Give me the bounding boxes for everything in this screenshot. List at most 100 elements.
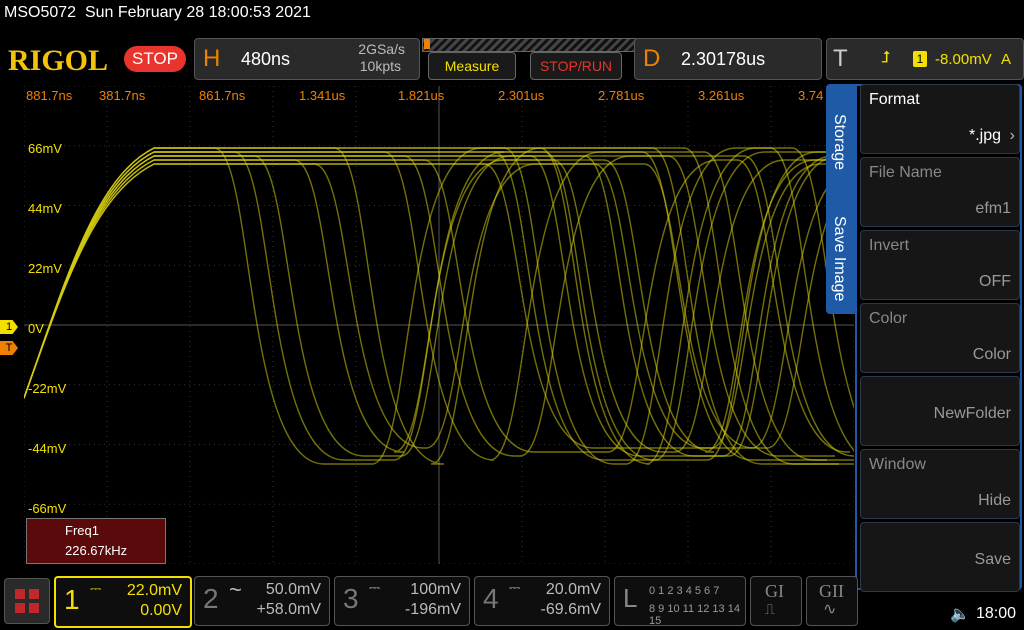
invert-title: Invert <box>869 237 910 254</box>
logic-channels-row2: 8 9 10 11 12 13 14 15 <box>649 603 740 627</box>
color-softkey[interactable]: Color Color <box>860 303 1020 373</box>
file-name-title: File Name <box>869 164 942 181</box>
volt-label: -44mV <box>28 441 67 456</box>
volt-label: -22mV <box>28 381 67 396</box>
channel-3-box[interactable]: 3 ⎓ 100mV -196mV <box>334 576 470 626</box>
channel-3-scale: 100mV <box>410 581 461 598</box>
horizontal-panel[interactable]: H 480ns 2GSa/s 10kpts <box>194 38 420 80</box>
speaker-icon[interactable]: 🔈 <box>950 604 970 624</box>
measurement-value: 226.67kHz <box>65 543 128 558</box>
invert-value: OFF <box>979 273 1011 290</box>
channel-2-scale: 50.0mV <box>265 581 321 598</box>
channel-4-box[interactable]: 4 ⎓ 20.0mV -69.6mV <box>474 576 610 626</box>
gii-button[interactable]: GII ∿ <box>806 576 858 626</box>
trace-path <box>24 159 850 453</box>
format-softkey[interactable]: Format *.jpg › <box>860 84 1020 154</box>
model-name: MSO5072 <box>4 4 77 21</box>
channel-3-number: 3 <box>343 583 359 614</box>
save-value: Save <box>974 551 1011 568</box>
waveform-display[interactable] <box>24 86 854 564</box>
window-softkey[interactable]: Window Hide <box>860 449 1020 519</box>
save-image-tab-label: Save Image <box>831 216 848 302</box>
volt-label: 0V <box>28 321 44 336</box>
stop-run-button[interactable]: STOP/RUN <box>530 52 622 80</box>
new-folder-softkey[interactable]: NewFolder <box>860 376 1020 446</box>
logic-analyzer-box[interactable]: L 0 1 2 3 4 5 6 7 8 9 10 11 12 13 14 15 <box>614 576 746 627</box>
dc-coupling-icon: ⎓ <box>509 579 521 595</box>
trigger-letter: T <box>833 45 848 72</box>
trigger-edge-icon: ⮥ <box>881 49 891 66</box>
sample-rate: 2GSa/s <box>358 41 405 57</box>
channel-2-offset: +58.0mV <box>256 601 321 618</box>
window-title: Window <box>869 456 926 473</box>
channel-2-number: 2 <box>203 583 219 614</box>
brand-logo: RIGOL <box>8 44 109 77</box>
time-label: 2.781us <box>598 88 645 103</box>
dc-coupling-icon: ⎓ <box>90 580 102 596</box>
channel-4-offset: -69.6mV <box>540 601 601 618</box>
time-label: 1.821us <box>398 88 445 103</box>
time-label: 2.301us <box>498 88 545 103</box>
ac-coupling-icon: ~ <box>229 577 242 602</box>
main-menu-button[interactable] <box>4 578 50 624</box>
trigger-panel[interactable]: T ⮥ 1 -8.00mV A <box>826 38 1024 80</box>
save-softkey[interactable]: Save <box>860 522 1020 592</box>
delay-value: 2.30178us <box>681 49 766 69</box>
trigger-level: -8.00mV <box>935 51 992 68</box>
file-name-value: efm1 <box>975 200 1011 217</box>
measure-button[interactable]: Measure <box>428 52 516 80</box>
volt-label: 22mV <box>28 261 62 276</box>
new-folder-value: NewFolder <box>933 405 1011 422</box>
chevron-right-icon: › <box>1009 127 1015 144</box>
ch1-offset-marker[interactable]: 1 <box>0 320 18 334</box>
trace-path <box>24 155 835 457</box>
run-state-badge[interactable]: STOP <box>124 46 186 72</box>
format-title: Format <box>869 91 920 108</box>
channel-3-offset: -196mV <box>404 601 461 618</box>
datetime: Sun February 28 18:00:53 2021 <box>84 4 311 21</box>
channel-1-number: 1 <box>64 584 80 615</box>
logic-letter: L <box>623 583 638 613</box>
memory-position-bar[interactable] <box>422 38 636 52</box>
delay-letter: D <box>643 45 661 72</box>
window-value: Hide <box>978 492 1011 509</box>
memory-position-marker <box>424 39 430 49</box>
gi-button[interactable]: GI ⎍ <box>750 576 802 626</box>
time-label: 3.261us <box>698 88 745 103</box>
timebase-value: 480ns <box>241 49 291 69</box>
format-value: *.jpg <box>968 127 1001 144</box>
channel-1-box[interactable]: 1 ⎓ 22.0mV 0.00V <box>54 576 192 628</box>
time-label: 881.7ns <box>26 88 73 103</box>
invert-softkey[interactable]: Invert OFF <box>860 230 1020 300</box>
color-title: Color <box>869 310 908 327</box>
volt-label: 44mV <box>28 201 62 216</box>
horizontal-letter: H <box>203 45 221 72</box>
graticule <box>24 86 854 564</box>
time-axis-labels: 881.7ns 381.7ns 861.7ns 1.341us 1.821us … <box>24 88 854 104</box>
channel-1-offset: 0.00V <box>140 602 182 619</box>
pulse-wave-icon: ⎍ <box>765 601 775 617</box>
gi-label: GI <box>765 581 784 601</box>
grid-icon <box>15 589 39 613</box>
storage-tab-label: Storage <box>831 114 848 171</box>
channel-1-scale: 22.0mV <box>126 582 182 599</box>
time-label: 381.7ns <box>99 88 146 103</box>
channel-4-scale: 20.0mV <box>545 581 601 598</box>
channel-4-number: 4 <box>483 583 499 614</box>
dc-coupling-icon: ⎓ <box>369 579 381 595</box>
status-bar: MSO5072 Sun February 28 18:00:53 2021 <box>4 4 311 22</box>
clock: 18:00 <box>976 605 1017 622</box>
logic-channels-row1: 0 1 2 3 4 5 6 7 <box>649 585 720 597</box>
measurement-box[interactable]: Freq1 226.67kHz <box>26 518 166 564</box>
delay-panel[interactable]: D 2.30178us <box>634 38 822 80</box>
trigger-level-marker[interactable]: T <box>0 341 18 355</box>
measurement-name: Freq1 <box>65 523 99 538</box>
trigger-mode: A <box>1001 51 1012 68</box>
channel-2-box[interactable]: 2 ~ 50.0mV +58.0mV <box>194 576 330 626</box>
time-label: 1.341us <box>299 88 346 103</box>
volt-label: 66mV <box>28 141 62 156</box>
file-name-softkey[interactable]: File Name efm1 <box>860 157 1020 227</box>
trigger-source-badge: 1 <box>913 51 927 67</box>
volt-label: -66mV <box>28 501 67 516</box>
sine-wave-icon: ∿ <box>823 601 837 618</box>
